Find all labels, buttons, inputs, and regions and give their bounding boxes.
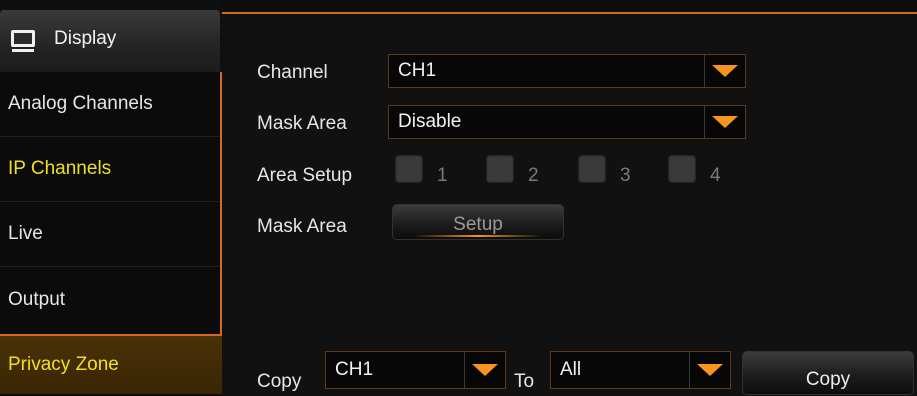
area-number-2: 2 <box>528 165 539 186</box>
sidebar-item-live[interactable]: Live <box>0 202 220 267</box>
dropdown-arrow-icon <box>704 55 745 87</box>
copy-from-dropdown[interactable]: CH1 <box>325 351 506 389</box>
dropdown-arrow-icon <box>464 352 505 388</box>
sidebar: Display Analog Channels IP Channels Live… <box>0 0 222 394</box>
area-number-3: 3 <box>620 165 631 186</box>
sidebar-header-display[interactable]: Display <box>0 10 220 72</box>
dropdown-arrow-icon <box>704 106 745 138</box>
area-checkbox-1[interactable] <box>395 155 423 183</box>
dropdown-arrow-icon <box>689 352 730 388</box>
mask-area-label: Mask Area <box>257 113 347 134</box>
copy-to-dropdown[interactable]: All <box>550 351 731 389</box>
sidebar-item-analog-channels[interactable]: Analog Channels <box>0 72 220 137</box>
copy-from-value: CH1 <box>335 359 374 380</box>
sidebar-list: Analog Channels IP Channels Live Output <box>0 72 222 336</box>
channel-value: CH1 <box>398 60 437 81</box>
button-underline <box>413 235 543 237</box>
monitor-icon <box>11 30 35 52</box>
channel-dropdown[interactable]: CH1 <box>388 54 746 88</box>
mask-area-dropdown[interactable]: Disable <box>388 105 746 139</box>
to-label: To <box>514 371 535 392</box>
setup-button[interactable]: Setup <box>392 204 564 240</box>
sidebar-item-privacy-zone[interactable]: Privacy Zone <box>0 336 222 394</box>
copy-label: Copy <box>257 371 302 392</box>
sidebar-header-label: Display <box>54 28 117 49</box>
area-checkbox-3[interactable] <box>578 155 606 183</box>
area-checkbox-4[interactable] <box>668 155 696 183</box>
mask-area-setup-label: Mask Area <box>257 216 347 237</box>
area-number-1: 1 <box>437 165 448 186</box>
sidebar-item-output[interactable]: Output <box>0 267 220 332</box>
main-panel: Channel CH1 Mask Area Disable Area Setup… <box>222 12 917 396</box>
area-number-4: 4 <box>710 165 721 186</box>
setup-button-label: Setup <box>453 214 503 235</box>
copy-button-label: Copy <box>805 369 851 390</box>
area-setup-label: Area Setup <box>257 165 353 186</box>
channel-label: Channel <box>257 62 328 83</box>
mask-area-value: Disable <box>398 111 462 132</box>
copy-button[interactable]: Copy <box>742 351 914 395</box>
sidebar-item-ip-channels[interactable]: IP Channels <box>0 137 220 202</box>
copy-to-value: All <box>560 359 582 380</box>
area-checkbox-2[interactable] <box>486 155 514 183</box>
